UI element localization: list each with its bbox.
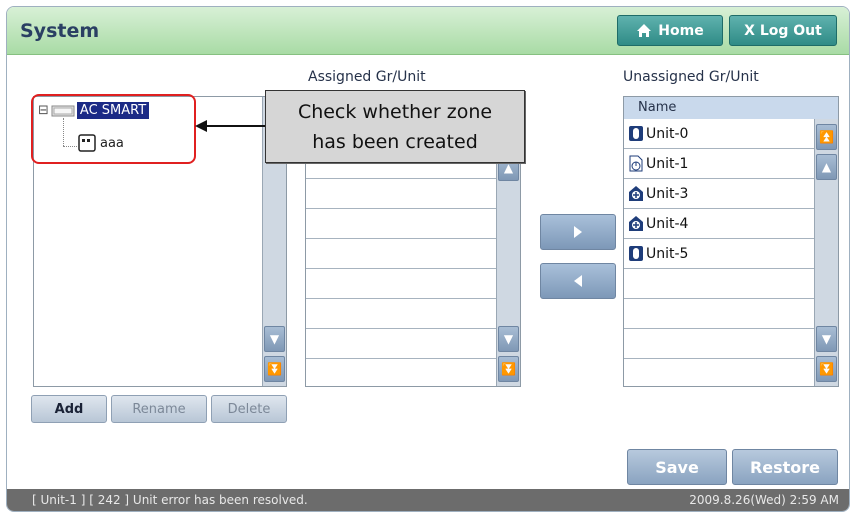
- list-item[interactable]: [624, 269, 814, 299]
- add-button[interactable]: Add: [31, 395, 107, 423]
- assigned-title: Assigned Gr/Unit: [308, 69, 426, 85]
- home-label: Home: [658, 22, 704, 39]
- scroll-top-icon[interactable]: ⏫: [816, 124, 837, 150]
- unassigned-scrollbar[interactable]: ⏫ ▲ ▼ ⏬: [814, 119, 838, 386]
- list-item[interactable]: [306, 179, 496, 209]
- callout-arrow-icon: [195, 120, 267, 132]
- ventilation-unit-icon: [629, 216, 643, 231]
- list-item[interactable]: Unit-3: [624, 179, 814, 209]
- ventilation-unit-icon: [629, 186, 643, 201]
- list-item[interactable]: [624, 299, 814, 329]
- status-bar: [ Unit-1 ] [ 242 ] Unit error has been r…: [7, 489, 849, 511]
- rename-button[interactable]: Rename: [111, 395, 207, 423]
- unit-label: Unit-4: [646, 215, 689, 232]
- unassigned-title: Unassigned Gr/Unit: [623, 69, 759, 85]
- home-button[interactable]: Home: [617, 15, 723, 46]
- assign-button[interactable]: [540, 214, 616, 250]
- callout-line-1: Check whether zone: [297, 101, 493, 123]
- callout-line-2: has been created: [312, 131, 478, 153]
- unit-label: Unit-3: [646, 185, 689, 202]
- name-column-header[interactable]: Name: [624, 97, 838, 119]
- list-item[interactable]: [306, 239, 496, 269]
- app-window: System Home X Log Out Assigned Gr/Unit U…: [6, 6, 850, 512]
- status-message: [ Unit-1 ] [ 242 ] Unit error has been r…: [32, 493, 308, 507]
- scroll-up-icon[interactable]: ▲: [816, 154, 837, 180]
- list-item[interactable]: [306, 299, 496, 329]
- scroll-down-icon[interactable]: ▼: [816, 326, 837, 352]
- list-item[interactable]: [306, 209, 496, 239]
- list-item[interactable]: [306, 329, 496, 359]
- arrow-right-icon: [574, 226, 582, 238]
- scroll-bottom-icon[interactable]: ⏬: [264, 356, 285, 382]
- scroll-down-icon[interactable]: ▼: [264, 326, 285, 352]
- arrow-left-icon: [574, 275, 582, 287]
- zone-highlight: [31, 94, 196, 164]
- unassign-button[interactable]: [540, 263, 616, 299]
- delete-button[interactable]: Delete: [211, 395, 287, 423]
- scroll-bottom-icon[interactable]: ⏬: [498, 356, 519, 382]
- logout-button[interactable]: X Log Out: [729, 15, 837, 46]
- scroll-bottom-icon[interactable]: ⏬: [816, 356, 837, 382]
- indoor-unit-icon: [629, 246, 643, 261]
- header-bar: System Home X Log Out: [7, 7, 849, 55]
- instruction-callout: Check whether zone has been created: [265, 90, 525, 163]
- list-item[interactable]: Unit-5: [624, 239, 814, 269]
- list-item[interactable]: [624, 329, 814, 359]
- list-item[interactable]: [306, 269, 496, 299]
- scroll-down-icon[interactable]: ▼: [498, 326, 519, 352]
- status-datetime: 2009.8.26(Wed) 2:59 AM: [689, 493, 839, 507]
- list-item[interactable]: Unit-4: [624, 209, 814, 239]
- list-item[interactable]: [306, 359, 496, 389]
- unit-label: Unit-1: [646, 155, 689, 172]
- save-button[interactable]: Save: [627, 449, 727, 485]
- list-item[interactable]: Unit-1: [624, 149, 814, 179]
- restore-button[interactable]: Restore: [732, 449, 838, 485]
- unassigned-list[interactable]: Name Unit-0 Unit-1 Unit-3 Unit-4 Unit-5 …: [623, 96, 839, 387]
- power-unit-icon: [629, 155, 643, 172]
- unit-label: Unit-0: [646, 125, 689, 142]
- indoor-unit-icon: [629, 126, 643, 141]
- page-title: System: [20, 20, 100, 42]
- unit-label: Unit-5: [646, 245, 689, 262]
- home-icon: [637, 24, 652, 37]
- list-item[interactable]: Unit-0: [624, 119, 814, 149]
